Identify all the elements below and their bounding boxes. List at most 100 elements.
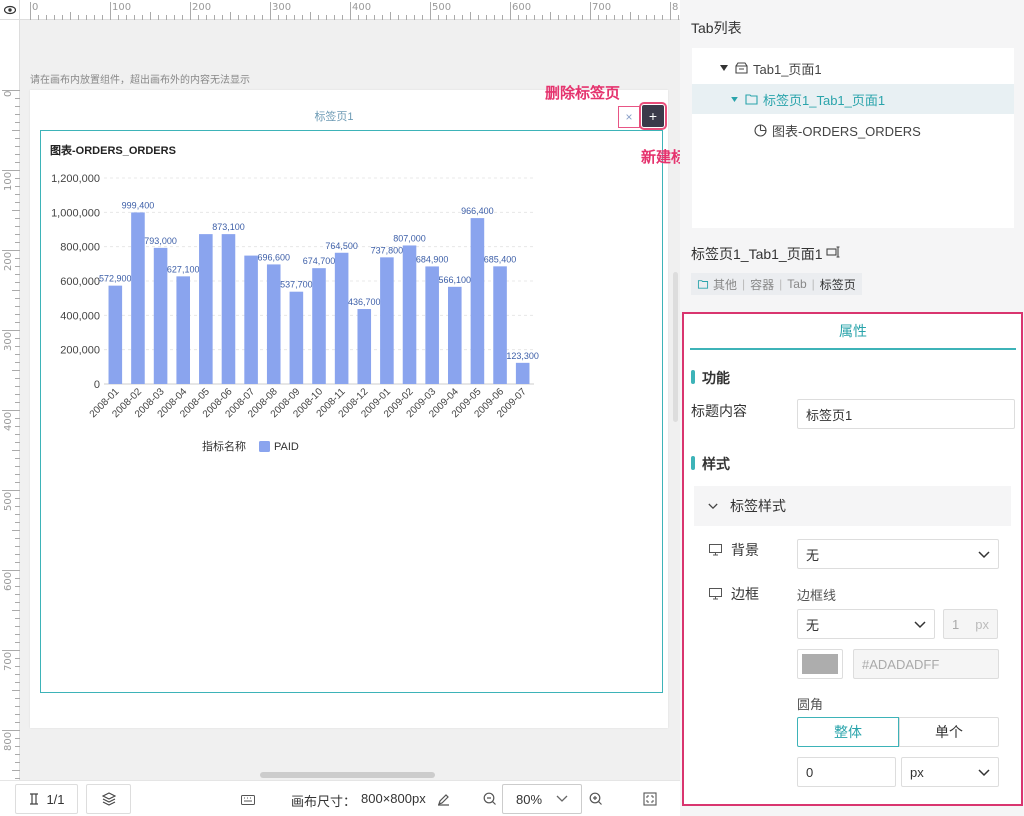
ruler-minor-tick: [15, 546, 20, 547]
ruler-minor-tick: [262, 15, 263, 20]
ruler-minor-tick: [222, 15, 223, 20]
ruler-minor-tick: [15, 602, 20, 603]
tree-node-chart[interactable]: 图表-ORDERS_ORDERS: [692, 115, 1014, 145]
caret-down-icon[interactable]: [720, 65, 728, 71]
bar: [131, 212, 145, 384]
page-indicator-button[interactable]: 1/1: [15, 784, 78, 814]
new-tab-button[interactable]: +: [639, 102, 667, 130]
ruler-minor-tick: [126, 15, 127, 20]
edit-icon[interactable]: [437, 793, 450, 806]
breadcrumb-item[interactable]: 容器: [750, 276, 774, 293]
tree-node-label: 标签页1_Tab1_页面1: [763, 92, 886, 108]
border-line-label: 边框线: [797, 588, 837, 603]
ruler-tick: [2, 570, 20, 571]
border-line-select[interactable]: 无: [797, 609, 935, 639]
y-tick-label: 1,000,000: [51, 207, 100, 219]
ruler-label: 300: [3, 331, 14, 351]
tab-tree: Tab1_页面1 标签页1_Tab1_页面1 图表-ORDERS_ORDERS: [692, 48, 1014, 228]
radius-label: 圆角: [797, 697, 824, 712]
chevron-down-icon: [914, 621, 926, 629]
caret-down-icon[interactable]: [731, 96, 738, 102]
tab-container[interactable]: 图表-ORDERS_ORDERS 0 200,000 400,000 600,000 8…: [40, 130, 663, 693]
ruler-tick: [590, 2, 591, 20]
legend-title: 指标名称: [202, 439, 246, 453]
radius-single-label: 单个: [935, 724, 963, 740]
zoom-in-icon[interactable]: [589, 792, 603, 806]
border-color-picker[interactable]: [797, 649, 843, 679]
ruler-minor-tick: [150, 12, 151, 20]
ruler-minor-tick: [15, 306, 20, 307]
radius-unit-select[interactable]: px: [901, 757, 999, 787]
ruler-minor-tick: [534, 15, 535, 20]
horizontal-scrollbar[interactable]: [260, 772, 435, 778]
ruler-minor-tick: [15, 218, 20, 219]
tree-node-tab1[interactable]: Tab1_页面1: [692, 53, 1014, 83]
ruler-minor-tick: [15, 554, 20, 555]
ruler-label: 0: [3, 90, 14, 97]
data-label: 696,600: [257, 252, 290, 262]
tab-style-collapse[interactable]: 标签样式: [694, 486, 1011, 526]
ruler-corner[interactable]: [0, 0, 20, 20]
breadcrumb-item[interactable]: 其他: [713, 276, 737, 293]
ruler-minor-tick: [12, 690, 20, 691]
border-width-input[interactable]: 1 px: [943, 609, 998, 639]
ruler-minor-tick: [15, 762, 20, 763]
ruler-minor-tick: [15, 202, 20, 203]
ruler-minor-tick: [15, 634, 20, 635]
artboard[interactable]: 标签页1 × + 图表-ORDERS_ORDERS 0 200,000 400,00…: [30, 90, 668, 728]
data-label: 807,000: [393, 233, 426, 243]
tree-node-label: Tab1_页面1: [753, 61, 822, 77]
ruler-minor-tick: [15, 778, 20, 779]
ruler-minor-tick: [230, 12, 231, 20]
eye-icon[interactable]: [4, 4, 16, 16]
border-width-value: 1: [952, 616, 960, 632]
tab-properties[interactable]: 属性: [690, 314, 1016, 350]
tree-node-tab-page[interactable]: 标签页1_Tab1_页面1: [692, 84, 1014, 114]
chart-widget[interactable]: 图表-ORDERS_ORDERS 0 200,000 400,000 600,000 8…: [42, 132, 542, 467]
breadcrumb-item[interactable]: Tab: [787, 277, 806, 291]
ruler-minor-tick: [470, 12, 471, 20]
vertical-scrollbar[interactable]: [673, 272, 678, 422]
ruler-minor-tick: [15, 138, 20, 139]
ruler-minor-tick: [15, 194, 20, 195]
ruler-minor-tick: [15, 242, 20, 243]
ruler-minor-tick: [15, 674, 20, 675]
radius-single-button[interactable]: 单个: [899, 717, 999, 747]
section-style: 样式: [702, 456, 730, 472]
layers-button[interactable]: [86, 784, 131, 814]
radius-unit: px: [910, 764, 924, 780]
ruler-minor-tick: [15, 506, 20, 507]
rename-icon[interactable]: [826, 246, 841, 258]
bar-chart: 0 200,000 400,000 600,000 800,000 1,000,000 1,…: [51, 173, 539, 453]
radius-input[interactable]: 0: [797, 757, 896, 787]
ruler-tick: [30, 2, 31, 20]
zoom-out-icon[interactable]: [483, 792, 497, 806]
title-content-input[interactable]: 标签页1: [797, 399, 1015, 429]
tab-icon: [735, 62, 748, 74]
ruler-label: 0: [32, 2, 39, 13]
fit-screen-icon[interactable]: [643, 792, 657, 806]
border-color-input[interactable]: #ADADADFF: [853, 649, 999, 679]
background-select[interactable]: 无: [797, 539, 999, 569]
y-tick-label: 200,000: [60, 345, 100, 357]
section-marker: [691, 456, 695, 470]
ruler-minor-tick: [502, 15, 503, 20]
ruler-minor-tick: [15, 314, 20, 315]
ruler-minor-tick: [15, 586, 20, 587]
bar: [199, 234, 213, 384]
ruler-minor-tick: [678, 15, 679, 20]
ruler-minor-tick: [462, 15, 463, 20]
ruler-minor-tick: [15, 106, 20, 107]
canvas-hint: 请在画布内放置组件，超出画布外的内容无法显示: [30, 75, 250, 86]
y-tick-label: 800,000: [60, 242, 100, 254]
tab-title[interactable]: 标签页1: [30, 108, 638, 124]
radius-whole-label: 整体: [834, 724, 862, 740]
delete-tab-button[interactable]: ×: [618, 106, 640, 128]
radius-whole-button[interactable]: 整体: [797, 717, 899, 747]
chevron-down-icon: [708, 503, 718, 509]
keyboard-icon[interactable]: [241, 795, 255, 805]
ruler-minor-tick: [15, 418, 20, 419]
y-tick-label: 0: [94, 379, 100, 391]
breadcrumb-item[interactable]: 标签页: [820, 276, 856, 293]
zoom-select[interactable]: 80%: [502, 784, 582, 814]
